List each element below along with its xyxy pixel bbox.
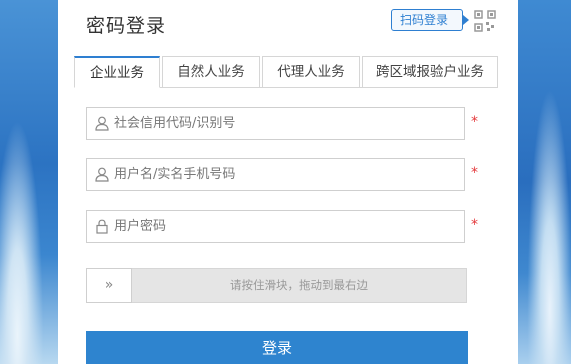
required-mark: * bbox=[471, 114, 478, 130]
required-mark: * bbox=[471, 217, 478, 233]
password-input[interactable] bbox=[114, 211, 454, 242]
tab-cross-region[interactable]: 跨区域报验户业务 bbox=[362, 56, 498, 88]
username-field bbox=[86, 158, 465, 191]
slider-hint: 请按住滑块，拖动到最右边 bbox=[230, 278, 368, 292]
background-right bbox=[518, 0, 571, 364]
login-button[interactable]: 登录 bbox=[86, 331, 468, 364]
credit-code-field bbox=[86, 107, 465, 140]
user-icon bbox=[95, 116, 109, 131]
username-input[interactable] bbox=[114, 159, 454, 190]
login-title: 密码登录 bbox=[86, 15, 167, 37]
tab-enterprise[interactable]: 企业业务 bbox=[74, 56, 160, 88]
user-icon bbox=[95, 167, 109, 182]
background-left bbox=[0, 0, 58, 364]
login-type-tabs: 企业业务 自然人业务 代理人业务 跨区域报验户业务 bbox=[74, 56, 498, 88]
required-mark: * bbox=[471, 165, 478, 181]
password-field bbox=[86, 210, 465, 243]
tab-individual[interactable]: 自然人业务 bbox=[162, 56, 260, 88]
qr-code-icon[interactable] bbox=[474, 10, 496, 32]
tab-agent[interactable]: 代理人业务 bbox=[262, 56, 360, 88]
scan-login-button[interactable]: 扫码登录 bbox=[391, 9, 469, 31]
login-panel: 密码登录 扫码登录 企业业务 自然人业务 代理人业务 跨区域报验户业务 * * bbox=[58, 0, 518, 364]
slide-verification: » 请按住滑块，拖动到最右边 bbox=[86, 268, 467, 303]
lock-icon bbox=[96, 219, 108, 234]
credit-code-input[interactable] bbox=[114, 108, 454, 139]
slider-handle[interactable]: » bbox=[86, 268, 132, 303]
